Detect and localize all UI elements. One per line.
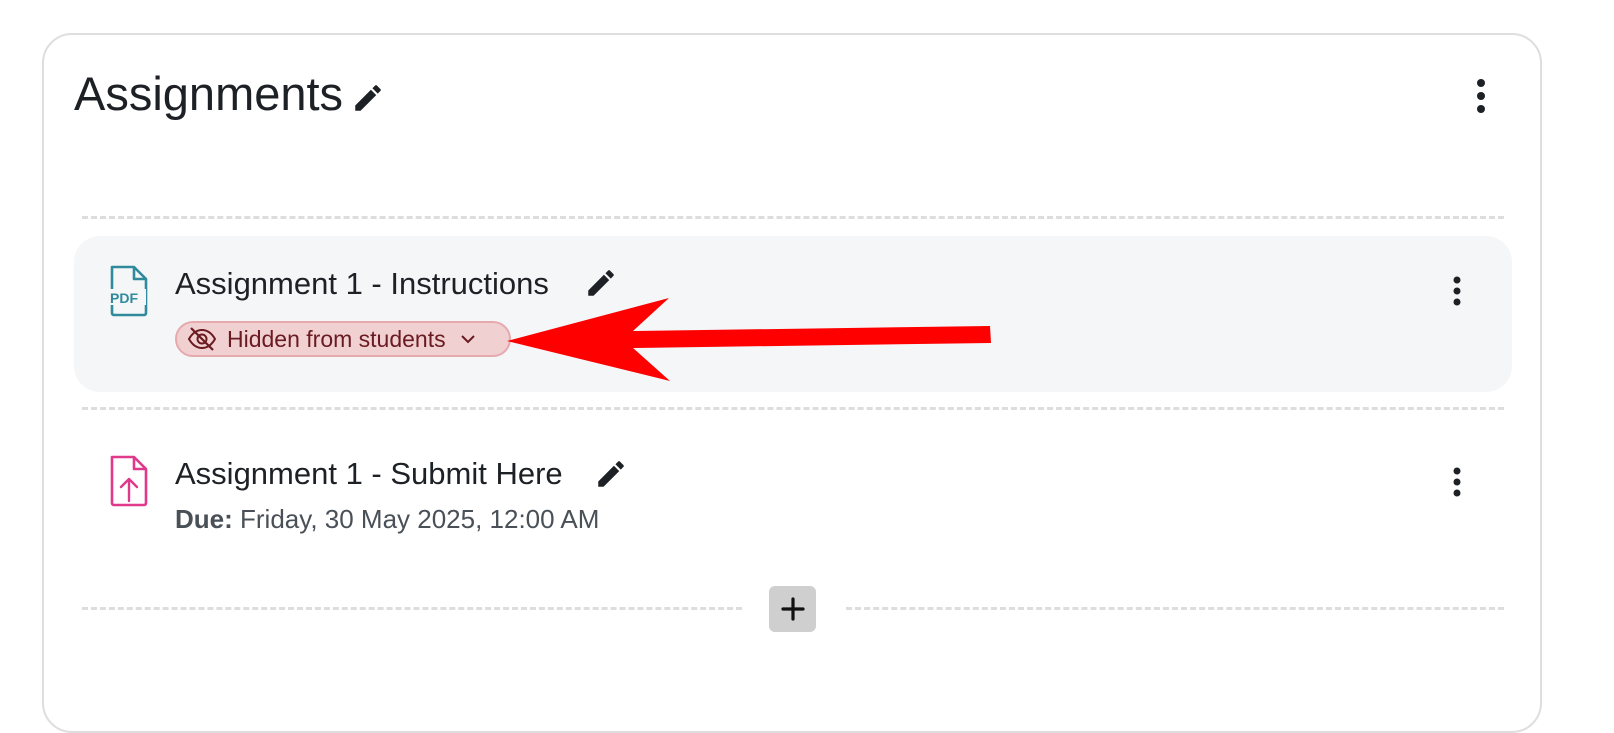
drop-zone-divider [82,216,1504,219]
assignment-upload-icon [104,454,152,508]
pdf-file-icon: PDF [104,264,152,318]
drop-zone-divider [82,607,742,610]
pencil-icon [355,85,381,111]
activity-name-submit[interactable]: Assignment 1 - Submit Here [175,454,563,494]
activity-menu-button[interactable] [1441,272,1473,310]
activity-menu-button[interactable] [1441,463,1473,501]
plus-icon [780,597,805,621]
pdf-icon-text: PDF [110,290,138,306]
visibility-badge-dropdown[interactable]: Hidden from students [175,321,511,357]
pencil-icon [588,270,614,296]
pencil-icon [598,461,624,487]
activity-name-instructions[interactable]: Assignment 1 - Instructions [175,264,549,304]
due-value: Friday, 30 May 2025, 12:00 AM [240,504,600,534]
edit-section-title-button[interactable] [350,80,386,116]
visibility-badge-label: Hidden from students [227,325,446,352]
add-activity-button[interactable] [769,586,816,632]
kebab-menu-icon [1453,276,1461,306]
eye-slash-icon [187,327,217,351]
kebab-menu-icon [1453,467,1461,497]
chevron-down-icon [460,335,475,344]
edit-activity-name-button[interactable] [582,264,620,302]
drop-zone-divider [846,607,1504,610]
due-label: Due: [175,504,233,534]
due-date: Due: Friday, 30 May 2025, 12:00 AM [175,502,599,536]
kebab-menu-icon [1477,79,1485,113]
edit-activity-name-button[interactable] [592,455,630,493]
section-menu-button[interactable] [1464,76,1498,116]
activity-row-submit[interactable] [74,428,1512,568]
activity-row-instructions[interactable] [74,236,1512,392]
drop-zone-divider [82,407,1504,410]
section-title: Assignments [74,67,344,120]
